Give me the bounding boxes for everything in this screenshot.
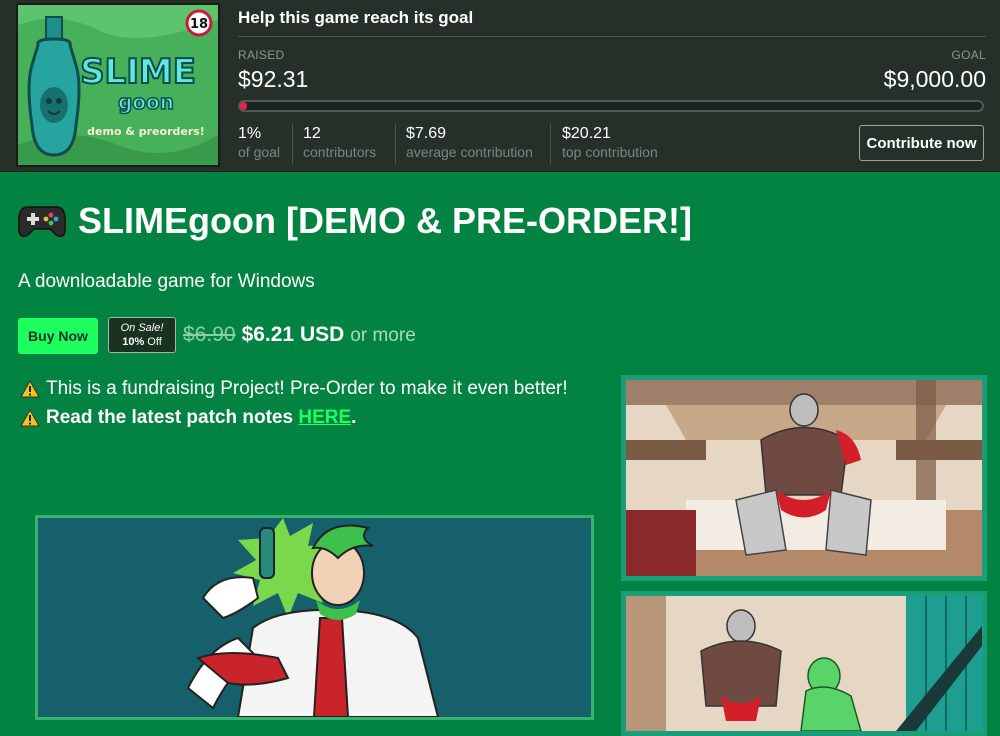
stat-top: $20.21 top contribution	[562, 125, 658, 161]
game-title-text: SLIMEgoon [DEMO & PRE-ORDER!]	[78, 200, 692, 241]
sale-percent: 10%	[122, 336, 145, 348]
buy-now-button[interactable]: Buy Now	[18, 318, 98, 354]
contribute-now-button[interactable]: Contribute now	[859, 125, 984, 161]
notice-suffix: .	[351, 407, 357, 428]
stat-divider	[550, 124, 551, 164]
progress-bar	[238, 100, 984, 112]
warning-icon	[20, 409, 40, 427]
fundraiser-heading: Help this game reach its goal	[238, 8, 474, 27]
original-price: $6.90	[183, 323, 236, 346]
gamepad-icon	[18, 203, 66, 239]
stat-value: 12	[303, 125, 321, 142]
stat-value: $20.21	[562, 125, 611, 142]
progress-bar-fill	[240, 102, 248, 110]
goal-label: GOAL	[951, 48, 986, 62]
stat-label: of goal	[238, 144, 281, 160]
stat-divider	[292, 124, 293, 164]
fundraiser-bar: SLIME goon demo & preorders! 18 Help thi…	[0, 0, 1000, 172]
stat-average: $7.69 average contribution	[406, 125, 533, 161]
notice-text: Read the latest patch notes	[46, 407, 299, 428]
sale-badge-line1: On Sale!	[120, 322, 164, 334]
screenshot-2[interactable]	[621, 591, 987, 736]
stat-label: contributors	[303, 144, 377, 160]
stat-contributors: 12 contributors	[303, 125, 376, 161]
stat-percent: 1% of goal	[238, 125, 280, 161]
stat-label: top contribution	[562, 144, 658, 160]
patch-notes-link[interactable]: HERE	[298, 407, 351, 428]
notice-fundraising: This is a fundraising Project! Pre-Order…	[20, 378, 568, 400]
stat-value: 1%	[238, 125, 262, 142]
stat-value: $7.69	[406, 125, 447, 142]
raised-label: RAISED	[238, 48, 285, 62]
goal-amount: $9,000.00	[883, 66, 986, 92]
cover-title-line2: goon	[118, 90, 174, 114]
cover-title-line1: SLIME	[80, 52, 196, 92]
game-subtitle: A downloadable game for Windows	[18, 271, 315, 292]
stat-divider	[395, 124, 396, 164]
divider	[238, 36, 986, 37]
notice-patch-notes: Read the latest patch notes HERE.	[20, 407, 356, 429]
price-row: $6.90 $6.21 USD or more	[183, 323, 416, 347]
stat-label: average contribution	[406, 144, 533, 160]
screenshot-1[interactable]	[621, 375, 987, 581]
sale-off: Off	[144, 336, 162, 348]
notice-text: This is a fundraising Project! Pre-Order…	[46, 378, 568, 399]
cover-tagline: demo & preorders!	[87, 125, 205, 138]
sale-badge: On Sale! 10% Off	[108, 317, 176, 353]
age-badge: 18	[190, 17, 208, 32]
or-more-label: or more	[350, 325, 416, 346]
sale-price: $6.21 USD	[241, 323, 345, 346]
game-title: SLIMEgoon [DEMO & PRE-ORDER!]	[18, 200, 692, 242]
raised-amount: $92.31	[238, 66, 309, 92]
game-cover-image[interactable]: SLIME goon demo & preorders! 18	[16, 3, 220, 167]
warning-icon	[20, 380, 40, 398]
character-art-image	[35, 515, 594, 720]
